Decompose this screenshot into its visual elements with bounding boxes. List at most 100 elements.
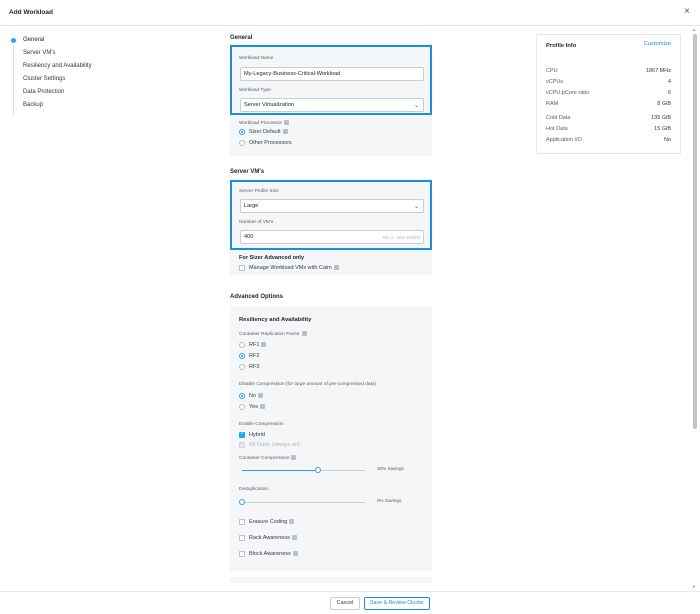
help-icon[interactable]	[261, 342, 267, 347]
profile-row-label: Cold Data	[546, 115, 571, 121]
nav-item-cluster-settings[interactable]: Cluster Settings	[8, 73, 148, 86]
help-icon[interactable]	[258, 393, 264, 398]
all-flash-label: All Flash (always on)	[249, 442, 300, 448]
scroll-down-icon[interactable]: ▼	[692, 584, 696, 589]
profile-row-value: 8 GiB	[657, 101, 671, 107]
workload-type-label: Workload Type	[239, 88, 271, 93]
profile-size-value: Large	[244, 203, 259, 209]
nav-label: General	[23, 37, 45, 43]
rf2-radio[interactable]	[239, 353, 245, 359]
scrollbar-thumb[interactable]	[693, 34, 697, 429]
nav-label: Backup	[23, 102, 44, 108]
workload-name-input[interactable]: My-Legacy-Business-Critical-Workload	[240, 67, 424, 81]
help-icon[interactable]	[292, 551, 298, 556]
nav-label: Cluster Settings	[23, 76, 66, 82]
workload-type-select[interactable]: Server Virtualization ⌄	[240, 98, 424, 112]
profile-row-value: 15 GiB	[654, 126, 671, 132]
title-bar: Add Workload ×	[0, 0, 700, 26]
help-icon[interactable]	[284, 120, 290, 125]
compression-no-radio[interactable]	[239, 393, 245, 399]
nav-label: Data Protection	[23, 89, 65, 95]
nav-item-data-protection[interactable]: Data Protection	[8, 86, 148, 99]
enable-compression-label: Enable Compression	[239, 422, 284, 427]
calm-checkbox[interactable]	[239, 265, 245, 271]
profile-size-select[interactable]: Large ⌄	[240, 199, 424, 213]
server-vms-highlight: Server Profile Size Large ⌄ Number of VM…	[230, 180, 432, 250]
hybrid-label: Hybrid	[249, 432, 265, 438]
profile-row: vCPU:pCore ratio 6	[546, 90, 671, 100]
help-icon[interactable]	[289, 519, 295, 524]
chevron-down-icon: ⌄	[413, 103, 419, 109]
help-icon[interactable]	[301, 331, 307, 336]
hybrid-checkbox[interactable]	[239, 431, 245, 438]
rf1-label: RF1	[249, 342, 267, 348]
container-compression-slider[interactable]	[242, 467, 365, 473]
profile-row-value: No	[663, 137, 671, 143]
processor-label: Workload Processor	[239, 120, 290, 126]
workload-type-value: Server Virtualization	[244, 102, 294, 108]
server-vms-heading: Server VM's	[230, 169, 265, 175]
profile-row-label: Hot Data	[546, 126, 568, 132]
processor-option-label: Sizer Default	[249, 129, 288, 135]
cancel-button[interactable]: Cancel	[330, 597, 360, 610]
profile-row-label: Application I/O	[546, 137, 582, 143]
dedup-slider[interactable]	[239, 499, 365, 505]
profile-row-label: CPU	[546, 68, 558, 74]
compression-no-label: No	[249, 393, 264, 399]
help-icon[interactable]	[291, 455, 297, 460]
processor-sizer-default-radio[interactable]	[239, 129, 245, 135]
scroll-up-icon[interactable]: ▲	[692, 27, 696, 32]
rack-label: Rack Awareness	[249, 535, 297, 541]
num-vms-value: 400	[244, 234, 254, 240]
profile-row-label: RAM	[546, 101, 559, 107]
calm-label: Manage Workload VMs with Calm	[249, 265, 339, 271]
container-compression-label: Container Compression	[239, 455, 297, 461]
profile-row-label: vCPUs	[546, 79, 564, 85]
compression-yes-radio[interactable]	[239, 404, 245, 410]
slider-handle[interactable]	[239, 499, 245, 505]
profile-row-value: 4	[667, 79, 671, 85]
profile-row-value: 135 GiB	[651, 115, 671, 121]
rack-checkbox[interactable]	[239, 535, 245, 541]
profile-row-label: vCPU:pCore ratio	[546, 90, 590, 96]
slider-fill	[242, 470, 318, 471]
num-vms-input[interactable]: 400 Min 1 - Max 100000	[240, 230, 424, 244]
help-icon[interactable]	[333, 265, 339, 270]
profile-row-value: 6	[667, 90, 671, 96]
rf1-radio[interactable]	[239, 342, 245, 348]
processor-option-label: Other Processors	[249, 140, 292, 146]
all-flash-checkbox	[239, 441, 245, 448]
nav-item-resiliency[interactable]: Resiliency and Availability	[8, 60, 148, 73]
profile-row: vCPUs 4	[546, 79, 671, 89]
help-icon[interactable]	[259, 404, 265, 409]
page-scrollbar[interactable]: ▲ ▼	[692, 27, 697, 589]
customize-link[interactable]: Customize	[644, 41, 671, 47]
help-icon[interactable]	[282, 129, 288, 134]
nav-label: Resiliency and Availability	[23, 63, 92, 69]
rf3-radio[interactable]	[239, 364, 245, 370]
container-compression-savings: 30% Savings	[377, 466, 404, 471]
dedup-label: Deduplication	[239, 487, 269, 492]
profile-row: Hot Data 15 GiB	[546, 126, 671, 136]
nav-item-backup[interactable]: Backup	[8, 99, 148, 112]
block-checkbox[interactable]	[239, 551, 245, 557]
close-icon[interactable]: ×	[684, 6, 690, 17]
profile-row: RAM 8 GiB	[546, 101, 671, 111]
replication-label: Container Replication Factor	[239, 331, 307, 337]
erasure-checkbox[interactable]	[239, 519, 245, 525]
dialog-title: Add Workload	[9, 9, 53, 16]
slider-handle[interactable]	[315, 467, 321, 473]
profile-row: Cold Data 135 GiB	[546, 115, 671, 125]
profile-row-value: 1867 MHz	[645, 68, 671, 74]
profile-row: CPU 1867 MHz	[546, 68, 671, 78]
num-vms-label: Number of VM's	[239, 220, 274, 225]
profile-info-card: Profile Info Customize CPU 1867 MHz vCPUs 4…	[536, 34, 681, 154]
help-icon[interactable]	[291, 535, 297, 540]
nav-item-general[interactable]: General	[8, 34, 148, 47]
disable-compression-label: Disable Compression (for large amount of…	[239, 382, 377, 387]
workload-name-label: Workload Name	[239, 56, 274, 61]
save-review-button[interactable]: Save & Review Cluster	[364, 597, 430, 610]
general-heading: General	[230, 35, 253, 41]
processor-other-radio[interactable]	[239, 140, 245, 146]
nav-item-server-vms[interactable]: Server VM's	[8, 47, 148, 60]
